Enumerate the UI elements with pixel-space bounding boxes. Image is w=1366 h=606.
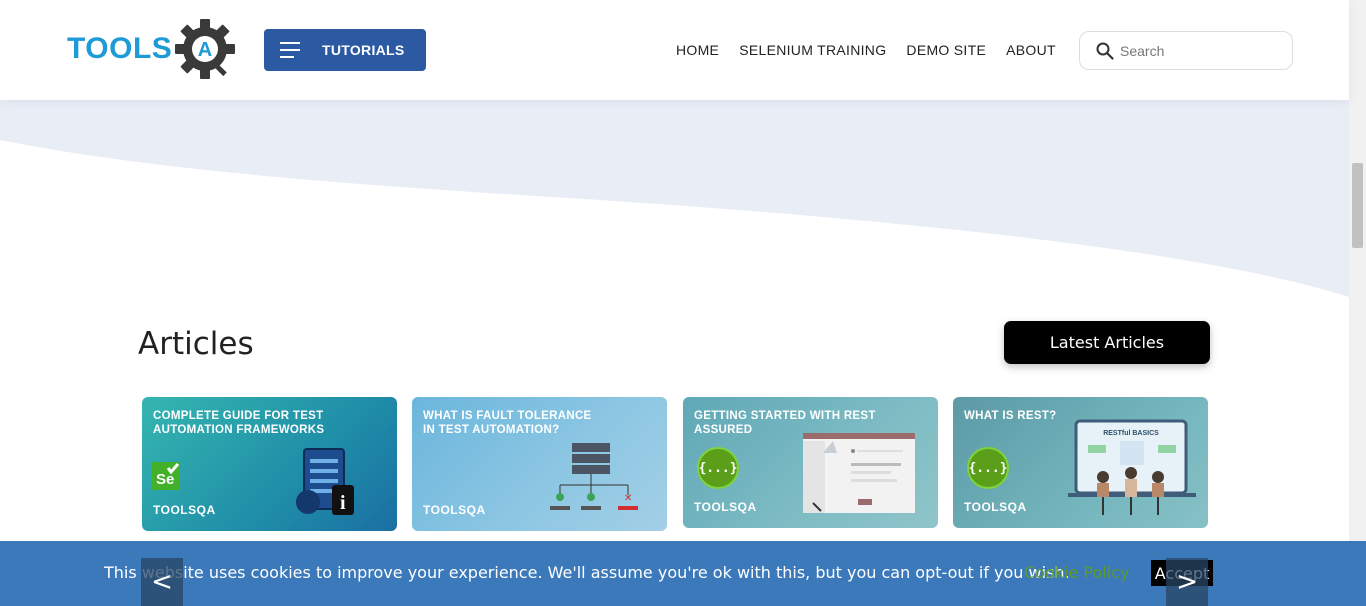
checklist-icon: i: [296, 448, 354, 515]
logo-text: TOOLS: [67, 32, 173, 65]
nav-demo-site[interactable]: DEMO SITE: [906, 42, 986, 58]
site-header: TOOLS A TUTORIALS HOME SELENIUM TRAINING…: [0, 0, 1349, 100]
card-title: WHAT IS FAULT TOLERANCE IN TEST AUTOMATI…: [423, 410, 592, 436]
card-brand: TOOLSQA: [153, 503, 216, 517]
card-title: COMPLETE GUIDE FOR TEST AUTOMATION FRAME…: [153, 410, 325, 436]
carousel-next-button[interactable]: >: [1166, 558, 1208, 606]
carousel-prev-button[interactable]: <: [141, 558, 183, 606]
rest-basics-illustration: RESTful BASICS: [1068, 419, 1196, 515]
latest-articles-button[interactable]: Latest Articles: [1004, 321, 1210, 364]
card-brand: TOOLSQA: [964, 500, 1027, 514]
article-card-rest-assured[interactable]: GETTING STARTED WITH REST ASSURED {...} …: [683, 397, 938, 528]
hero-wave-decoration: [0, 100, 1349, 297]
search-box: [1079, 31, 1293, 70]
logo-letter: A: [198, 39, 212, 61]
tutorials-menu-button[interactable]: TUTORIALS: [264, 29, 426, 71]
nav-about[interactable]: ABOUT: [1006, 42, 1056, 58]
svg-text:i: i: [340, 492, 346, 514]
search-input[interactable]: [1120, 40, 1280, 62]
cookie-consent-bar: This website uses cookies to improve you…: [0, 541, 1366, 606]
card-brand: TOOLSQA: [423, 503, 486, 517]
nav-selenium-training[interactable]: SELENIUM TRAINING: [739, 42, 886, 58]
gear-logo-icon: A: [175, 19, 236, 79]
card-brand: TOOLSQA: [694, 500, 757, 514]
hamburger-icon: [280, 42, 300, 58]
cookie-message: This website uses cookies to improve you…: [104, 563, 1070, 582]
rest-basics-label: RESTful BASICS: [1103, 430, 1159, 437]
browser-window-icon: [803, 433, 915, 513]
article-card-test-automation-frameworks[interactable]: COMPLETE GUIDE FOR TEST AUTOMATION FRAME…: [142, 397, 397, 531]
article-card-what-is-rest[interactable]: WHAT IS REST? {...} RESTful BASICS TOOLS…: [953, 397, 1208, 528]
tutorials-label: TUTORIALS: [322, 42, 405, 58]
articles-heading: Articles: [138, 326, 254, 362]
article-card-fault-tolerance[interactable]: WHAT IS FAULT TOLERANCE IN TEST AUTOMATI…: [412, 397, 667, 531]
scrollbar-thumb[interactable]: [1352, 163, 1363, 248]
server-diagram-icon: ✕: [550, 443, 638, 510]
cookie-policy-link[interactable]: Cookie Policy: [1024, 563, 1129, 582]
page-scrollbar[interactable]: [1349, 0, 1366, 606]
main-nav: HOME SELENIUM TRAINING DEMO SITE ABOUT: [676, 42, 1076, 58]
selenium-icon: Se: [152, 462, 180, 490]
nav-home[interactable]: HOME: [676, 42, 719, 58]
braces-icon: {...}: [967, 447, 1009, 489]
braces-icon: {...}: [697, 447, 739, 489]
toolsqa-logo[interactable]: TOOLS A: [67, 18, 236, 80]
search-icon[interactable]: [1096, 42, 1114, 60]
svg-text:✕: ✕: [624, 493, 632, 504]
